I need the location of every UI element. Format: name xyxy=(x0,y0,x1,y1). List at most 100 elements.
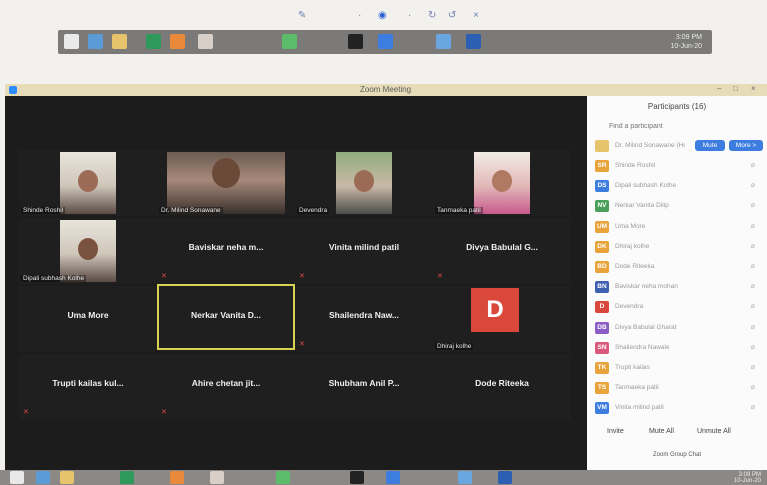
media-icon[interactable] xyxy=(350,471,364,484)
participant-name: Ahire chetan jit... xyxy=(191,378,261,388)
invite-button[interactable]: Invite xyxy=(607,428,624,435)
maximize-button[interactable]: □ xyxy=(733,84,738,93)
more-options-button[interactable]: More > xyxy=(729,140,763,151)
firefox-icon[interactable] xyxy=(170,471,184,484)
video-tile[interactable]: Tanmaeka patil xyxy=(433,150,571,216)
minimize-button[interactable]: – xyxy=(717,84,721,93)
mic-muted-icon[interactable]: ⌀ xyxy=(751,302,755,310)
video-tile[interactable]: D Dhiraj kolhe xyxy=(433,286,571,352)
ie-icon[interactable] xyxy=(88,34,103,49)
participants-title: Participants (16) xyxy=(647,102,707,111)
participant-row[interactable]: TK Trupti kailas ⌀ xyxy=(595,362,765,376)
mic-muted-icon[interactable]: ⌀ xyxy=(751,363,755,371)
mic-muted-icon: ✕ xyxy=(299,341,305,348)
chrome-icon[interactable] xyxy=(282,34,297,49)
mic-muted-icon[interactable]: ⌀ xyxy=(751,282,755,290)
spreadsheet-icon[interactable] xyxy=(146,34,161,49)
participant-row[interactable]: NV Nerkar Vanita Dilip ⌀ xyxy=(595,200,765,214)
host-avatar xyxy=(595,140,609,152)
media-icon[interactable] xyxy=(348,34,363,49)
window-titlebar: Zoom Meeting – □ × xyxy=(5,84,767,96)
participant-row[interactable]: UM Uma More ⌀ xyxy=(595,220,765,235)
participant-face xyxy=(492,170,512,192)
video-tile[interactable]: Shubham Anil P... xyxy=(295,354,433,420)
paint-icon[interactable] xyxy=(210,471,224,484)
explorer-icon[interactable] xyxy=(458,471,472,484)
group-chat-link[interactable]: Zoom Group Chat xyxy=(587,452,767,458)
video-tile[interactable]: Shailendra Naw... ✕ xyxy=(295,286,433,352)
video-tile[interactable]: Uma More xyxy=(19,286,157,352)
zoom-icon[interactable] xyxy=(386,471,400,484)
video-tile[interactable]: Dr. Milind Sonawane xyxy=(157,150,295,216)
participant-name: Dipali subhash Kolhe xyxy=(615,182,677,190)
mute-all-button[interactable]: Mute All xyxy=(649,428,674,435)
mic-muted-icon[interactable]: ⌀ xyxy=(751,181,755,189)
video-tile[interactable]: Trupti kailas kul... ✕ xyxy=(19,354,157,420)
video-grid: Shinde Roshil Dr. Milind Sonawane ▲ Deve… xyxy=(5,96,587,470)
participant-avatar: BN xyxy=(595,281,609,294)
participant-row[interactable]: VM Vinita milind patil ⌀ xyxy=(595,402,765,416)
mic-muted-icon[interactable]: ⌀ xyxy=(751,201,755,209)
participant-video xyxy=(60,152,116,214)
explorer-icon[interactable] xyxy=(436,34,451,49)
participant-row[interactable]: TS Tanmaeka patil ⌀ xyxy=(595,382,765,396)
clock-date: 10-Jun-20 xyxy=(670,43,702,50)
participant-name-label: Dhiraj kolhe xyxy=(435,343,474,350)
participant-avatar: D xyxy=(471,288,519,332)
unmute-all-button[interactable]: Unmute All xyxy=(697,428,731,435)
mic-muted-icon[interactable]: ⌀ xyxy=(751,403,755,411)
word-icon[interactable] xyxy=(498,471,512,484)
video-tile-active-speaker[interactable]: Nerkar Vanita D... xyxy=(157,284,295,350)
video-tile[interactable]: Devendra xyxy=(295,150,433,216)
participant-avatar: SN xyxy=(595,341,609,354)
participant-name: Dode Riteeka xyxy=(475,378,529,388)
folder-icon[interactable] xyxy=(112,34,127,49)
chrome-icon[interactable] xyxy=(276,471,290,484)
mic-muted-icon[interactable]: ⌀ xyxy=(751,222,755,230)
mic-muted-icon[interactable]: ⌀ xyxy=(751,242,755,250)
mic-muted-icon[interactable]: ⌀ xyxy=(751,323,755,331)
participant-row[interactable]: DB Divya Babulal Gharat ⌀ xyxy=(595,321,765,336)
mic-muted-icon[interactable]: ⌀ xyxy=(751,343,755,351)
participant-name: Devendra xyxy=(615,303,644,311)
video-tile[interactable]: Shinde Roshil xyxy=(19,150,157,216)
video-tile[interactable]: Dode Riteeka xyxy=(433,354,571,420)
word-icon[interactable] xyxy=(466,34,481,49)
windows-icon[interactable] xyxy=(10,471,24,484)
mic-muted-icon[interactable]: ⌀ xyxy=(751,161,755,169)
folder-icon[interactable] xyxy=(60,471,74,484)
participant-name: Nerkar Vanita D... xyxy=(191,310,261,320)
zoom-icon[interactable] xyxy=(378,34,393,49)
participant-row[interactable]: SR Shinde Roshil ⌀ xyxy=(595,160,765,174)
participant-name-label: Dr. Milind Sonawane xyxy=(159,207,223,214)
mic-muted-icon[interactable]: ⌀ xyxy=(751,262,755,270)
participant-name: Trupti kailas kul... xyxy=(52,378,124,388)
spreadsheet-icon[interactable] xyxy=(120,471,134,484)
participant-search-input[interactable] xyxy=(607,120,751,132)
participant-row[interactable]: D Devendra ⌀ xyxy=(595,301,765,315)
video-tile[interactable]: Vinita milind patil ✕ xyxy=(295,218,433,284)
mic-muted-icon[interactable]: ⌀ xyxy=(751,383,755,391)
participant-row[interactable]: DS Dipali subhash Kolhe ⌀ xyxy=(595,180,765,194)
participant-face xyxy=(78,170,98,192)
participant-row[interactable]: BD Dode Riteeka ⌀ xyxy=(595,261,765,275)
participant-name-label: Tanmaeka patil xyxy=(435,207,483,214)
mute-host-button[interactable]: Mute xyxy=(695,140,725,151)
participants-panel: Participants (16) Dr. Milind Sonawane (H… xyxy=(587,96,767,470)
participant-row-host[interactable]: Dr. Milind Sonawane (Host, me) Mute More… xyxy=(595,140,765,154)
video-tile[interactable]: Baviskar neha m... ✕ xyxy=(157,218,295,284)
firefox-icon[interactable] xyxy=(170,34,185,49)
windows-icon[interactable] xyxy=(64,34,79,49)
participant-row[interactable]: BN Baviskar neha mohan ⌀ xyxy=(595,281,765,295)
paint-icon[interactable] xyxy=(198,34,213,49)
video-tile[interactable]: Divya Babulal G... ✕ xyxy=(433,218,571,284)
video-tile[interactable]: Ahire chetan jit... ✕ xyxy=(157,354,295,420)
participant-name: Dr. Milind Sonawane (Host, me) xyxy=(615,142,685,149)
participant-row[interactable]: SN Shailendra Nawale ⌀ xyxy=(595,341,765,356)
ie-icon[interactable] xyxy=(36,471,50,484)
participant-avatar: DK xyxy=(595,240,609,253)
video-tile[interactable]: Dipali subhash Kolhe xyxy=(19,218,157,284)
participant-row[interactable]: DK Dhiraj kolhe ⌀ xyxy=(595,240,765,255)
close-button[interactable]: × xyxy=(751,84,756,93)
bottom-taskbar: 3:09 PM 10-Jun-20 xyxy=(0,470,767,485)
